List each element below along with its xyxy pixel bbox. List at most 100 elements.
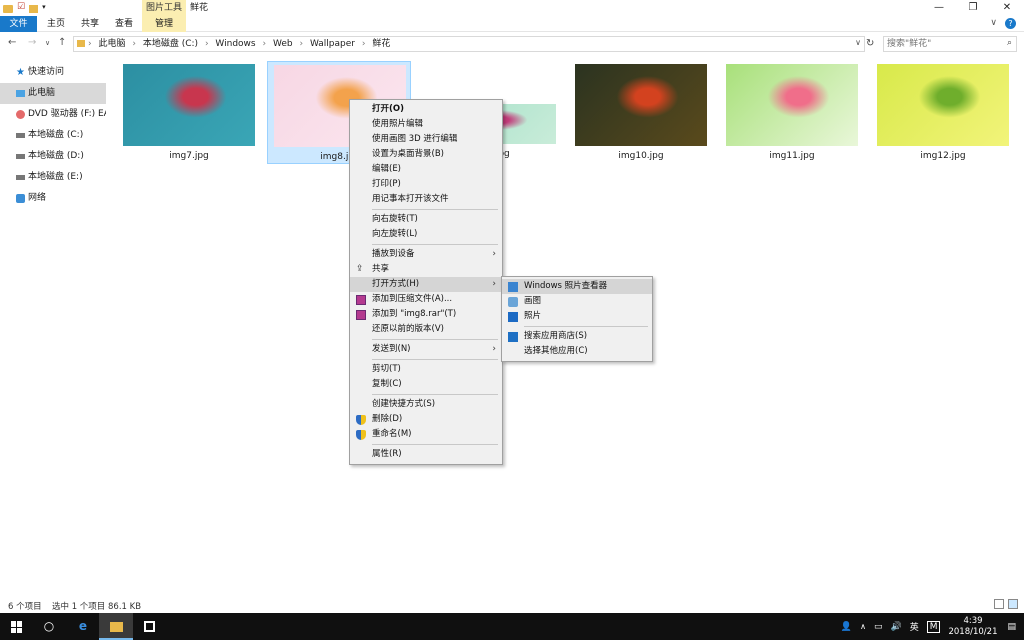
folder-icon bbox=[3, 4, 13, 13]
up-icon[interactable]: ↑ bbox=[58, 37, 66, 48]
context-menu-item-label: 添加到压缩文件(A)... bbox=[372, 294, 453, 304]
ime-indicator[interactable]: M bbox=[926, 620, 941, 633]
crumb-flowers[interactable]: 鲜花 bbox=[372, 39, 390, 49]
back-icon[interactable]: ← bbox=[8, 37, 16, 48]
context-menu-item[interactable]: 添加到 "img8.rar"(T) bbox=[350, 307, 502, 322]
contextual-tab-label: 图片工具 bbox=[142, 0, 186, 16]
share-icon: ⇪ bbox=[356, 264, 364, 274]
search-taskbar-icon[interactable]: ○ bbox=[32, 613, 66, 640]
close-button[interactable]: ✕ bbox=[990, 0, 1024, 16]
context-menu-item[interactable]: 打印(P) bbox=[350, 177, 502, 192]
show-hidden-icons[interactable]: ∧ bbox=[860, 622, 866, 631]
context-menu-item[interactable]: 剪切(T) bbox=[350, 362, 502, 377]
context-menu-item[interactable]: 编辑(E) bbox=[350, 162, 502, 177]
maximize-button[interactable]: ❐ bbox=[956, 0, 990, 16]
edge-icon[interactable]: e bbox=[66, 613, 100, 640]
help-icon[interactable]: ? bbox=[1005, 18, 1016, 29]
context-menu-item-label: 剪切(T) bbox=[372, 364, 401, 374]
sidebar-item-drive-c[interactable]: 本地磁盘 (C:) bbox=[0, 125, 106, 146]
address-dropdown-icon[interactable]: ∨ bbox=[855, 38, 861, 47]
forward-icon[interactable]: → bbox=[28, 37, 36, 48]
context-menu-item[interactable]: 还原以前的版本(V) bbox=[350, 322, 502, 337]
menu-separator bbox=[372, 444, 498, 445]
context-menu-item[interactable]: 使用照片编辑 bbox=[350, 117, 502, 132]
breadcrumb-separator: › bbox=[262, 39, 267, 49]
crumb-wallpaper[interactable]: Wallpaper bbox=[310, 39, 355, 49]
address-bar[interactable]: › 此电脑 › 本地磁盘 (C:) › Windows › Web › Wall… bbox=[73, 36, 865, 52]
open-with-item[interactable]: 选择其他应用(C) bbox=[502, 344, 652, 359]
context-menu-item[interactable]: ⇪ 共享 bbox=[350, 262, 502, 277]
notifications-icon[interactable]: ▤ bbox=[1007, 622, 1016, 632]
crumb-web[interactable]: Web bbox=[273, 39, 293, 49]
sidebar-item-network[interactable]: 网络 bbox=[0, 188, 106, 209]
store-icon bbox=[508, 332, 518, 342]
context-menu-item[interactable]: 用记事本打开该文件 bbox=[350, 192, 502, 207]
crumb-this-pc[interactable]: 此电脑 bbox=[98, 39, 125, 49]
menu-separator bbox=[372, 244, 498, 245]
context-menu-item[interactable]: 添加到压缩文件(A)... bbox=[350, 292, 502, 307]
context-menu-item[interactable]: 打开(O) bbox=[350, 102, 502, 117]
file-thumbnail[interactable]: img10.jpg bbox=[569, 64, 713, 164]
context-menu-item[interactable]: 打开方式(H) › bbox=[350, 277, 502, 292]
people-icon[interactable]: 👤 bbox=[841, 622, 852, 632]
file-name: img11.jpg bbox=[769, 151, 815, 161]
properties-icon[interactable]: ☑ bbox=[17, 2, 25, 13]
tab-file[interactable]: 文件 bbox=[0, 16, 37, 32]
context-menu-item[interactable]: 删除(D) bbox=[350, 412, 502, 427]
context-menu-item[interactable]: 向右旋转(T) bbox=[350, 212, 502, 227]
context-menu-item-label: 编辑(E) bbox=[372, 164, 402, 174]
breadcrumb-separator: › bbox=[204, 39, 209, 49]
context-menu-item-label: 向左旋转(L) bbox=[372, 229, 418, 239]
open-with-item-label: 选择其他应用(C) bbox=[524, 346, 588, 356]
start-button[interactable] bbox=[0, 613, 34, 640]
tab-manage[interactable]: 管理 bbox=[142, 16, 186, 32]
context-menu-item[interactable]: 设置为桌面背景(B) bbox=[350, 147, 502, 162]
open-with-item[interactable]: 搜索应用商店(S) bbox=[502, 329, 652, 344]
context-menu-item[interactable]: 复制(C) bbox=[350, 377, 502, 392]
context-menu-item[interactable]: 向左旋转(L) bbox=[350, 227, 502, 242]
input-language[interactable]: 英 bbox=[910, 620, 919, 633]
context-menu-item[interactable]: 属性(R) bbox=[350, 447, 502, 462]
open-with-item[interactable]: 照片 bbox=[502, 309, 652, 324]
details-view-icon[interactable] bbox=[994, 599, 1004, 609]
search-input[interactable] bbox=[887, 38, 999, 50]
file-thumbnail[interactable]: img12.jpg bbox=[871, 64, 1015, 164]
search-icon[interactable]: ⌕ bbox=[1007, 38, 1012, 48]
navigation-pane: ★ 快速访问 此电脑 DVD 驱动器 (F:) EAS 本地磁盘 (C:) 本地… bbox=[0, 62, 106, 209]
file-explorer-icon[interactable] bbox=[99, 613, 133, 640]
customize-toolbar-icon[interactable]: ▾ bbox=[42, 2, 46, 13]
context-menu-item[interactable]: 重命名(M) bbox=[350, 427, 502, 442]
new-folder-icon[interactable] bbox=[29, 4, 39, 13]
network-tray-icon[interactable]: ▭ bbox=[874, 622, 883, 632]
sidebar-item-quick-access[interactable]: ★ 快速访问 bbox=[0, 62, 106, 83]
context-menu-item[interactable]: 发送到(N) › bbox=[350, 342, 502, 357]
selection-info: 选中 1 个项目 86.1 KB bbox=[52, 602, 142, 612]
file-thumbnail[interactable]: img11.jpg bbox=[720, 64, 864, 164]
crumb-windows[interactable]: Windows bbox=[215, 39, 255, 49]
context-menu-item[interactable]: 播放到设备 › bbox=[350, 247, 502, 262]
sidebar-item-dvd[interactable]: DVD 驱动器 (F:) EAS bbox=[0, 104, 106, 125]
refresh-icon[interactable]: ↻ bbox=[866, 38, 874, 49]
sidebar-item-drive-e[interactable]: 本地磁盘 (E:) bbox=[0, 167, 106, 188]
context-menu-item[interactable]: 创建快捷方式(S) bbox=[350, 397, 502, 412]
open-with-item[interactable]: 画图 bbox=[502, 294, 652, 309]
tab-home[interactable]: 主页 bbox=[44, 16, 68, 32]
search-box[interactable]: ⌕ bbox=[883, 36, 1017, 52]
sidebar-item-drive-d[interactable]: 本地磁盘 (D:) bbox=[0, 146, 106, 167]
sidebar-item-this-pc[interactable]: 此电脑 bbox=[0, 83, 106, 104]
volume-icon[interactable]: 🔊 bbox=[890, 622, 901, 632]
expand-ribbon-icon[interactable]: ∨ bbox=[990, 18, 997, 29]
minimize-button[interactable]: — bbox=[922, 0, 956, 16]
tab-share[interactable]: 共享 bbox=[78, 16, 102, 32]
open-with-item[interactable]: Windows 照片查看器 bbox=[502, 279, 652, 294]
open-with-item-label: Windows 照片查看器 bbox=[524, 281, 608, 291]
tab-view[interactable]: 查看 bbox=[112, 16, 136, 32]
store-taskbar-icon[interactable] bbox=[132, 613, 166, 640]
context-menu-item[interactable]: 使用画图 3D 进行编辑 bbox=[350, 132, 502, 147]
file-name: img7.jpg bbox=[169, 151, 209, 161]
crumb-drive-c[interactable]: 本地磁盘 (C:) bbox=[143, 39, 198, 49]
large-icons-view-icon[interactable] bbox=[1008, 599, 1018, 609]
clock[interactable]: 4:39 2018/10/21 bbox=[948, 616, 997, 638]
recent-locations-icon[interactable]: ∨ bbox=[45, 39, 50, 47]
file-thumbnail[interactable]: img7.jpg bbox=[117, 64, 261, 164]
